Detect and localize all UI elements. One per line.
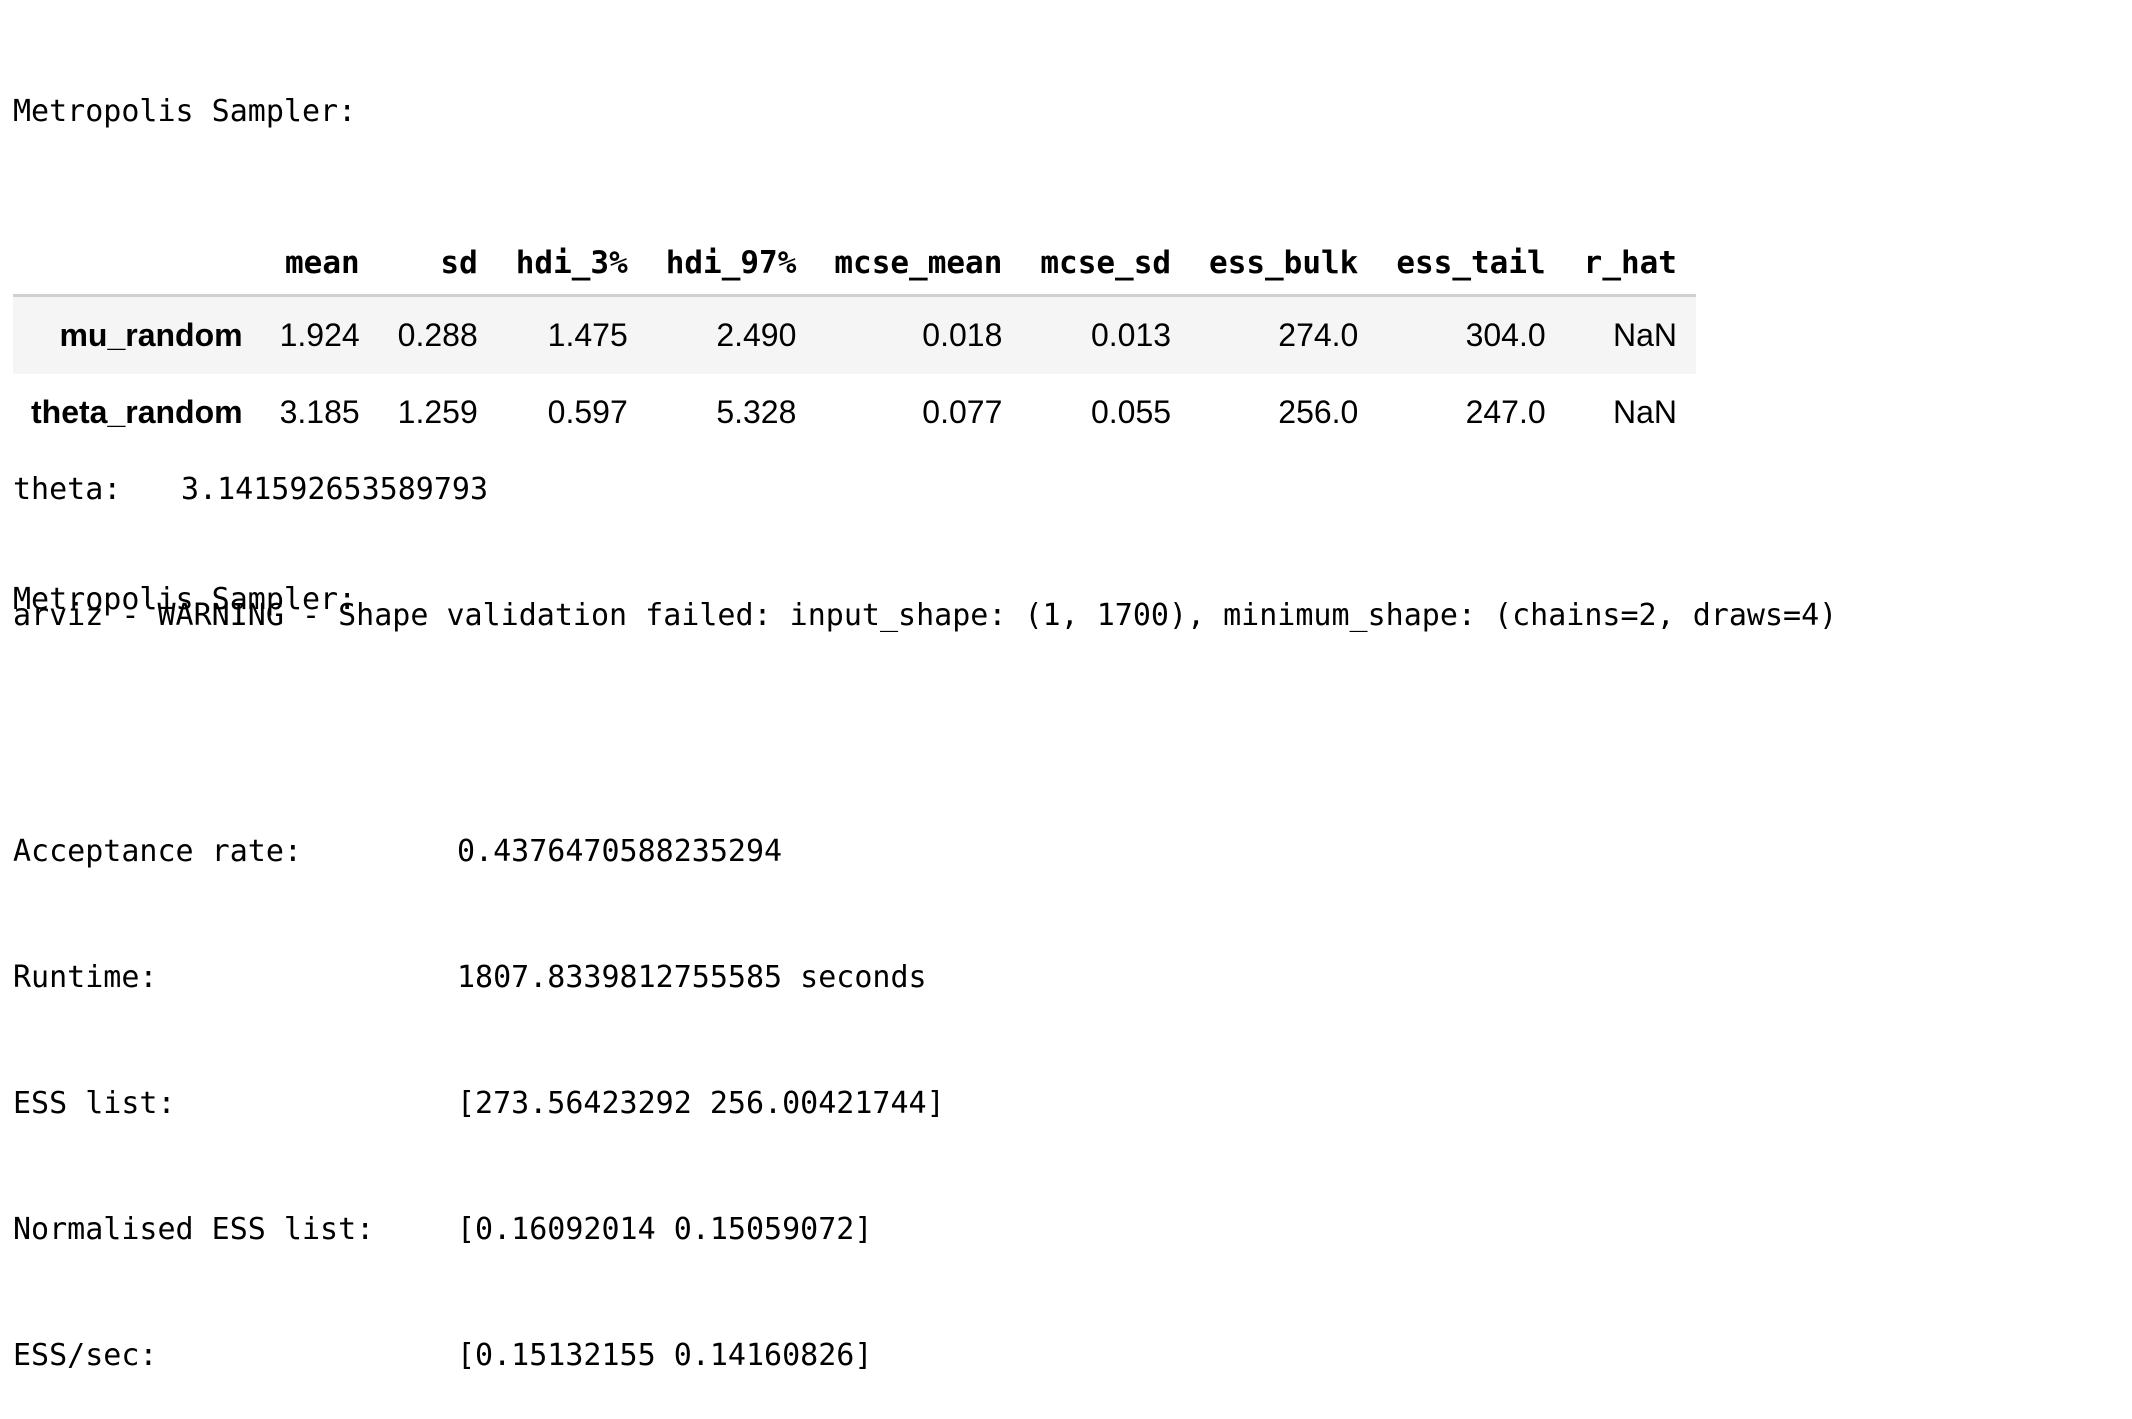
- column-header-hdi-3: hdi_3%: [496, 232, 647, 297]
- cell-mcse-mean: 0.077: [922, 394, 1003, 430]
- column-header-hdi-97: hdi_97%: [646, 232, 816, 297]
- acceptance-rate-label: Acceptance rate:: [13, 834, 302, 869]
- cell-r-hat: NaN: [1612, 317, 1677, 353]
- ess-per-sec-value: [0.15132155 0.14160826]: [457, 1338, 873, 1373]
- column-header-r-hat: r_hat: [1564, 232, 1696, 297]
- ess-list-line: ESS list: [273.56423292 256.00421744]: [13, 1083, 2123, 1125]
- runtime-line: Runtime: 1807.8339812755585 seconds: [13, 957, 2123, 999]
- cell-ess-tail: 304.0: [1465, 317, 1546, 353]
- cell-mcse-mean: 0.018: [922, 317, 1003, 353]
- cell-ess-tail: 247.0: [1465, 394, 1546, 430]
- cell-hdi-97: 5.328: [716, 394, 797, 430]
- cell-r-hat: NaN: [1612, 394, 1677, 430]
- column-header-ess-tail: ess_tail: [1377, 232, 1565, 297]
- column-header-index: [13, 232, 261, 297]
- summary-table-container: mean sd hdi_3% hdi_97% mcse_mean mcse_sd…: [13, 232, 1696, 451]
- cell-mean: 1.924: [279, 317, 360, 353]
- summary-table: mean sd hdi_3% hdi_97% mcse_mean mcse_sd…: [13, 232, 1696, 451]
- ess-per-sec-label: ESS/sec:: [13, 1338, 158, 1373]
- acceptance-rate-line: Acceptance rate: 0.4376470588235294: [13, 831, 2123, 873]
- column-header-ess-bulk: ess_bulk: [1190, 232, 1378, 297]
- normalised-ess-line: Normalised ESS list: [0.16092014 0.150590…: [13, 1209, 2123, 1251]
- ess-list-label: ESS list:: [13, 1086, 176, 1121]
- row-index-theta-random: theta_random: [31, 394, 243, 430]
- normalised-ess-value: [0.16092014 0.15059072]: [457, 1212, 873, 1247]
- acceptance-rate-value: 0.4376470588235294: [457, 834, 783, 869]
- table-header-row: mean sd hdi_3% hdi_97% mcse_mean mcse_sd…: [13, 232, 1696, 297]
- cell-mcse-sd: 0.013: [1090, 317, 1172, 353]
- column-header-mcse-sd: mcse_sd: [1021, 232, 1191, 297]
- cell-hdi-97: 2.490: [716, 317, 797, 353]
- row-index-mu-random: mu_random: [59, 317, 243, 353]
- runtime-value: 1807.8339812755585 seconds: [457, 960, 927, 995]
- sampler-header-1: Metropolis Sampler:: [13, 94, 357, 129]
- cell-mcse-sd: 0.055: [1090, 394, 1172, 430]
- ess-per-sec-line: ESS/sec: [0.15132155 0.14160826]: [13, 1335, 2123, 1377]
- ess-list-value: [273.56423292 256.00421744]: [457, 1086, 945, 1121]
- cell-hdi-3: 1.475: [547, 317, 628, 353]
- column-header-mcse-mean: mcse_mean: [815, 232, 1022, 297]
- cell-output-stream-2: Metropolis Sampler: Acceptance rate: 0.43…: [13, 495, 2123, 1419]
- normalised-ess-label: Normalised ESS list:: [13, 1212, 375, 1247]
- runtime-label: Runtime:: [13, 960, 158, 995]
- cell-sd: 0.288: [397, 317, 478, 353]
- cell-ess-bulk: 274.0: [1278, 317, 1359, 353]
- cell-ess-bulk: 256.0: [1278, 394, 1359, 430]
- cell-sd: 1.259: [397, 394, 478, 430]
- table-row: theta_random 3.185 1.259 0.597 5.328 0.0…: [13, 374, 1696, 451]
- cell-hdi-3: 0.597: [547, 394, 628, 430]
- sampler-header-2: Metropolis Sampler:: [13, 582, 357, 617]
- column-header-sd: sd: [378, 232, 497, 297]
- column-header-mean: mean: [260, 232, 379, 297]
- table-row: mu_random 1.924 0.288 1.475 2.490 0.018 …: [13, 295, 1696, 374]
- cell-mean: 3.185: [279, 394, 360, 430]
